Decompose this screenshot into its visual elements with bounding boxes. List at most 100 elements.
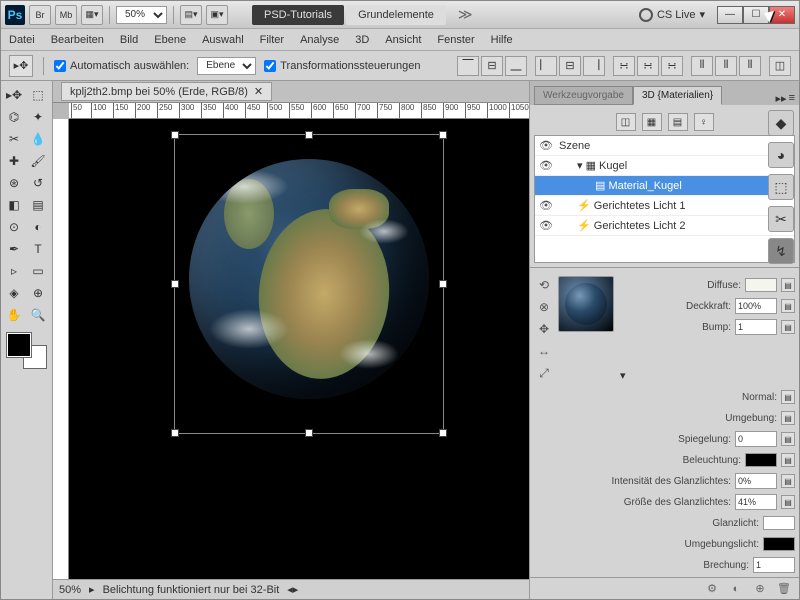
spec-swatch[interactable] [763,516,795,530]
refract-input[interactable]: 1 [753,557,795,573]
scene-item-light2[interactable]: 👁⚡ Gerichtetes Licht 2 [535,216,794,236]
eye-icon[interactable]: 👁 [539,159,553,172]
tool-hand[interactable]: ✋ [3,305,25,325]
workspace-tab-tutorials[interactable]: PSD-Tutorials [252,5,344,25]
cslive-dropdown[interactable]: ▾ [699,8,705,21]
scene-item-kugel[interactable]: 👁▾ ▦ Kugel [535,156,794,176]
render-settings-icon[interactable]: ⚙ [703,581,721,597]
ruler-horizontal[interactable]: 5010015020025030035040045050055060065070… [69,103,529,119]
dist-5[interactable]: ⦀ [715,56,737,76]
align-hmid[interactable]: ⊟ [559,56,581,76]
close-button[interactable]: ✕ [769,6,795,24]
material-preview[interactable] [558,276,614,332]
scene-item-material[interactable]: ▤ Material_Kugel [535,176,794,196]
cslive-label[interactable]: CS Live [657,9,696,21]
bump-menu[interactable]: ▤ [781,320,795,334]
tool-3dcam[interactable]: ⊕ [27,283,49,303]
filter-materials[interactable]: ▤ [668,113,688,131]
3d-panel-icon[interactable]: ↯ [768,238,794,264]
tool-path[interactable]: ▹ [3,261,25,281]
illum-menu[interactable]: ▤ [781,453,795,467]
menu-fenster[interactable]: Fenster [437,34,474,46]
color-swatches[interactable] [7,333,47,369]
gloss-int-menu[interactable]: ▤ [781,474,795,488]
menu-bearbeiten[interactable]: Bearbeiten [51,34,104,46]
eye-icon[interactable]: 👁 [539,199,553,212]
close-tab-icon[interactable]: ✕ [254,85,263,98]
workspace-tab-basics[interactable]: Grundelemente [346,5,446,25]
tool-lasso[interactable]: ⌬ [3,107,25,127]
opacity-menu[interactable]: ▤ [781,299,795,313]
handle-tl[interactable] [171,131,179,139]
3d-slide-tool[interactable]: ↔ [534,342,554,360]
tool-history[interactable]: ↺ [27,173,49,193]
env-menu[interactable]: ▤ [781,411,795,425]
handle-bm[interactable] [305,429,313,437]
tool-marquee[interactable]: ⬚ [27,85,49,105]
dist-2[interactable]: ∺ [637,56,659,76]
menu-filter[interactable]: Filter [260,34,284,46]
scene-item-light1[interactable]: 👁⚡ Gerichtetes Licht 1 [535,196,794,216]
menu-hilfe[interactable]: Hilfe [491,34,513,46]
preview-dropdown[interactable]: ▾ [620,369,626,382]
align-left[interactable]: ⎸ [535,56,557,76]
tool-eyedrop[interactable]: 💧 [27,129,49,149]
zoom-select[interactable]: 50% [116,6,167,24]
reflect-input[interactable]: 0 [735,431,777,447]
menu-ebene[interactable]: Ebene [154,34,186,46]
document-tab[interactable]: kplj2th2.bmp bei 50% (Erde, RGB/8)✕ [61,82,272,101]
gloss-size-menu[interactable]: ▤ [781,495,795,509]
tool-text[interactable]: T [27,239,49,259]
handle-br[interactable] [439,429,447,437]
channels-panel-icon[interactable]: ◕ [768,142,794,168]
ambient-swatch[interactable] [763,537,795,551]
transform-bounding-box[interactable] [174,134,444,434]
auto-select-check[interactable]: Automatisch auswählen: [54,60,189,72]
panel-menu[interactable]: ≡ [789,92,795,105]
menu-auswahl[interactable]: Auswahl [202,34,244,46]
tool-shape[interactable]: ▭ [27,261,49,281]
arrange-button[interactable]: ▤▾ [180,5,202,25]
tool-brush[interactable]: 🖌 [27,151,49,171]
handle-mr[interactable] [439,280,447,288]
filter-scene[interactable]: ◫ [616,113,636,131]
dist-1[interactable]: ∺ [613,56,635,76]
status-zoom[interactable]: 50% [59,584,81,596]
tool-3d[interactable]: ◈ [3,283,25,303]
tool-dodge[interactable]: ◐ [27,217,49,237]
scene-tree[interactable]: 👁Szene 👁▾ ▦ Kugel ▤ Material_Kugel 👁⚡ Ge… [534,135,795,263]
panel-tab-3d-materials[interactable]: 3D {Materialien} [633,86,722,105]
canvas[interactable] [69,119,529,579]
menu-3d[interactable]: 3D [355,34,369,46]
menu-analyse[interactable]: Analyse [300,34,339,46]
3d-roll-tool[interactable]: ⊗ [534,298,554,316]
move-tool-icon[interactable]: ▸✥ [9,55,33,77]
align-vmid[interactable]: ⊟ [481,56,503,76]
tool-gradient[interactable]: ▤ [27,195,49,215]
ruler-vertical[interactable] [53,119,69,579]
trash-icon[interactable]: 🗑 [775,581,793,597]
dist-3[interactable]: ∺ [661,56,683,76]
handle-ml[interactable] [171,280,179,288]
menu-ansicht[interactable]: Ansicht [385,34,421,46]
view-extras-button[interactable]: ▦▾ [81,5,103,25]
handle-bl[interactable] [171,429,179,437]
adjustments-panel-icon[interactable]: ✂ [768,206,794,232]
tool-eraser[interactable]: ◧ [3,195,25,215]
opacity-input[interactable]: 100% [735,298,777,314]
tool-blur[interactable]: ⊙ [3,217,25,237]
bridge-button[interactable]: Br [29,5,51,25]
workspace-more[interactable]: ≫ [458,6,473,23]
eye-icon[interactable]: 👁 [539,139,553,152]
3d-rotate-tool[interactable]: ⟲ [534,276,554,294]
align-right[interactable]: ⎹ [583,56,605,76]
auto-select-target[interactable]: Ebene [197,57,256,75]
minimize-button[interactable]: — [717,6,743,24]
tool-pen[interactable]: ✒ [3,239,25,259]
dist-4[interactable]: ⦀ [691,56,713,76]
diffuse-swatch[interactable] [745,278,777,292]
handle-tm[interactable] [305,131,313,139]
align-bottom[interactable]: ⎽ [505,56,527,76]
align-top[interactable]: ⎺ [457,56,479,76]
illum-swatch[interactable] [745,453,777,467]
